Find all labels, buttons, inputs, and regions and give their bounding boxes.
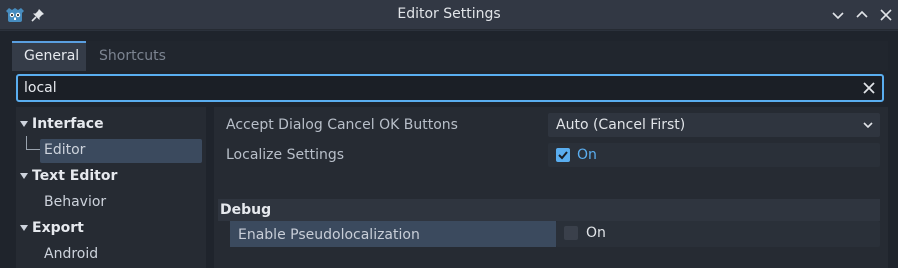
tree-item-android[interactable]: Android	[16, 241, 206, 267]
tree-section-export[interactable]: Export	[16, 215, 206, 241]
checkbox-checked-icon[interactable]	[556, 148, 570, 162]
tree-section-label: Text Editor	[32, 168, 118, 184]
dropdown-value: Auto (Cancel First)	[556, 117, 686, 133]
property-row-pseudolocalization: Enable Pseudolocalization On	[214, 221, 888, 249]
tree-item-behavior[interactable]: Behavior	[16, 189, 206, 215]
property-label: Accept Dialog Cancel OK Buttons	[226, 117, 458, 133]
search-input[interactable]	[24, 78, 844, 98]
minimize-icon[interactable]	[829, 6, 847, 24]
tab-bar: General Shortcuts	[12, 41, 888, 71]
chevron-down-icon	[863, 122, 873, 129]
checkbox-label: On	[577, 147, 597, 163]
settings-content: General Shortcuts Interface Editor Text …	[0, 31, 898, 268]
search-field[interactable]	[16, 74, 884, 102]
maximize-icon[interactable]	[853, 6, 871, 24]
collapse-arrow-icon[interactable]	[20, 121, 28, 127]
tree-item-label: Editor	[44, 142, 86, 158]
property-label: Localize Settings	[226, 147, 345, 163]
checkbox-label: On	[586, 225, 606, 241]
tab-shortcuts[interactable]: Shortcuts	[87, 41, 177, 71]
close-icon[interactable]	[877, 6, 895, 24]
settings-tree: Interface Editor Text Editor Behavior Ex…	[16, 107, 206, 268]
tab-general[interactable]: General	[12, 41, 86, 71]
settings-inspector: Accept Dialog Cancel OK Buttons Auto (Ca…	[214, 107, 888, 268]
tree-item-editor[interactable]: Editor	[16, 137, 206, 163]
tree-section-label: Interface	[32, 116, 104, 132]
property-row-accept-dialog: Accept Dialog Cancel OK Buttons Auto (Ca…	[214, 111, 888, 139]
tree-section-interface[interactable]: Interface	[16, 111, 206, 137]
tree-item-label: Android	[44, 246, 99, 262]
collapse-arrow-icon[interactable]	[20, 225, 28, 231]
clear-search-icon[interactable]	[862, 81, 876, 95]
collapse-arrow-icon[interactable]	[20, 173, 28, 179]
title-bar: Editor Settings	[0, 0, 898, 30]
pseudolocalization-checkbox[interactable]: On	[556, 221, 880, 247]
checkbox-unchecked-icon[interactable]	[564, 226, 578, 240]
localize-settings-checkbox[interactable]: On	[548, 143, 880, 167]
tree-section-label: Export	[32, 220, 84, 236]
property-row-localize-settings: Localize Settings On	[214, 141, 888, 169]
tree-item-label: Behavior	[44, 194, 107, 210]
category-header-debug: Debug	[218, 199, 880, 221]
window-title: Editor Settings	[397, 6, 501, 22]
category-label: Debug	[220, 202, 272, 218]
accept-dialog-dropdown[interactable]: Auto (Cancel First)	[548, 113, 880, 137]
tree-section-text-editor[interactable]: Text Editor	[16, 163, 206, 189]
property-label: Enable Pseudolocalization	[238, 227, 420, 243]
